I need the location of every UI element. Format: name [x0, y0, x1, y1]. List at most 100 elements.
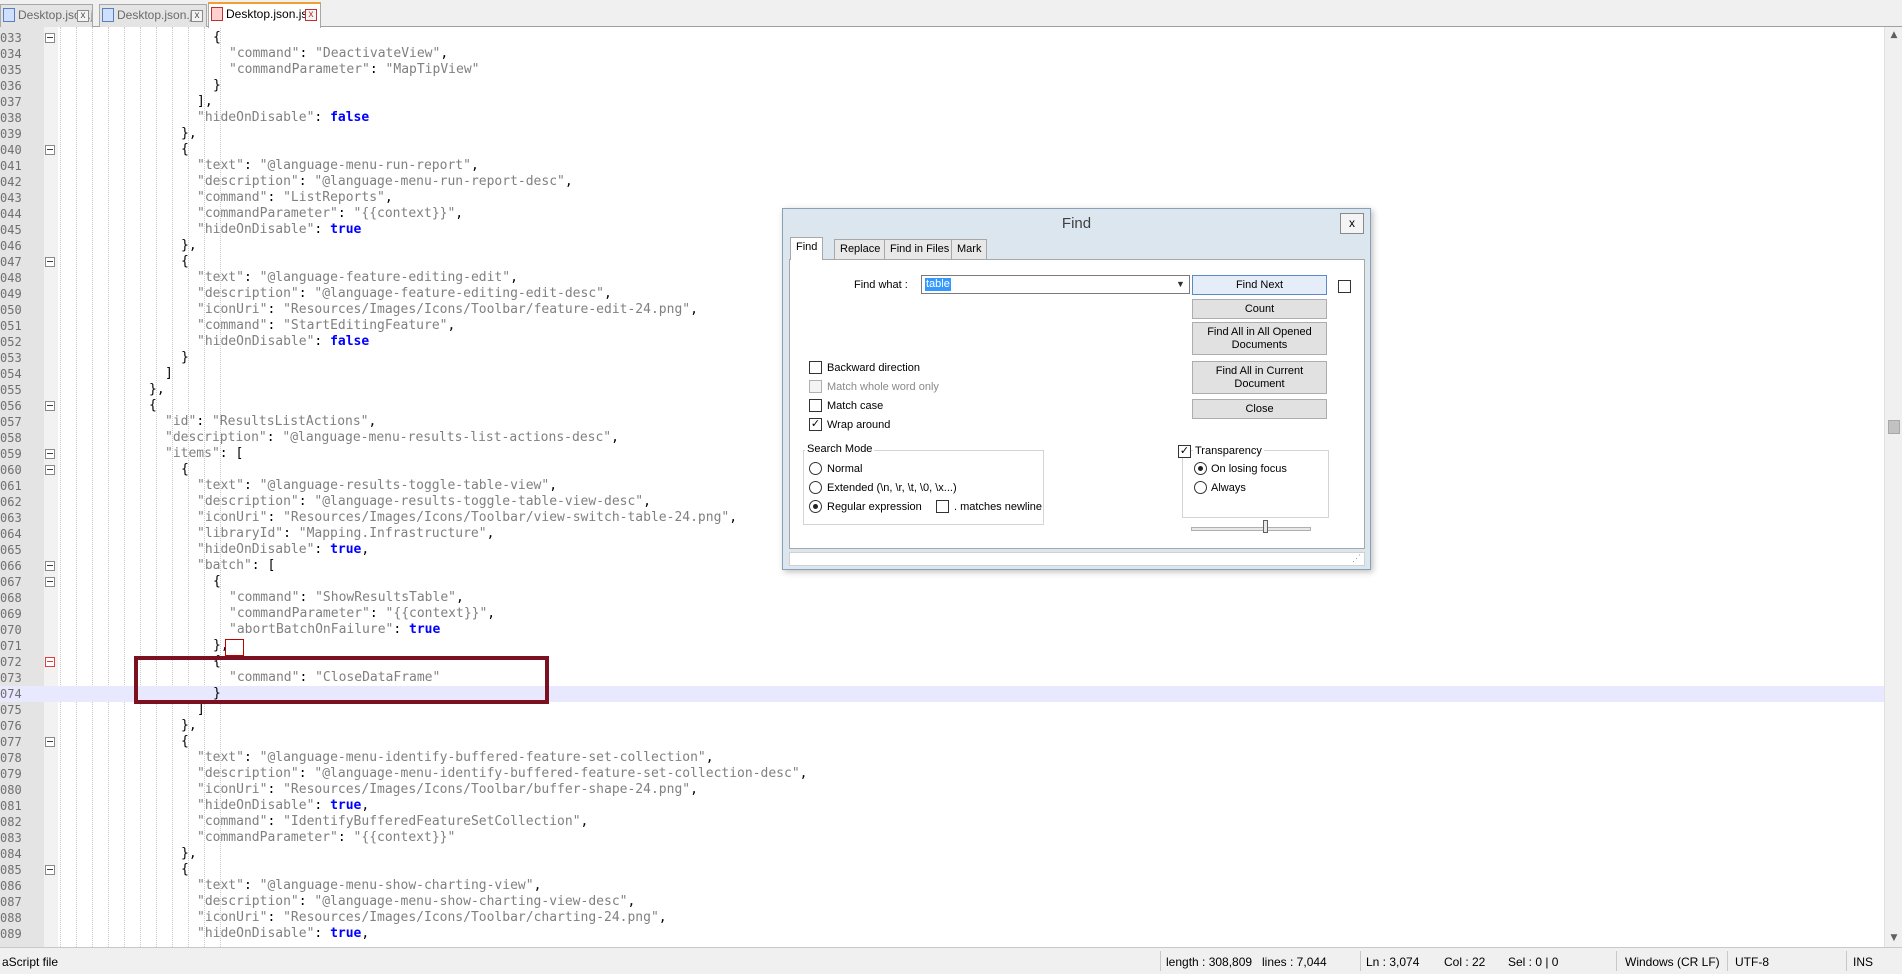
punctuation-token: { — [181, 142, 189, 157]
on-losing-focus-radio[interactable] — [1194, 462, 1207, 475]
punctuation-token: : — [266, 430, 283, 445]
code-line[interactable]: 071}, — [0, 638, 1884, 654]
find-what-combobox[interactable]: table ▼ — [921, 275, 1190, 294]
dialog-close-button[interactable]: x — [1340, 213, 1364, 234]
fold-toggle-icon[interactable] — [45, 449, 55, 459]
fold-toggle-icon[interactable] — [45, 737, 55, 747]
on-losing-focus-label: On losing focus — [1211, 463, 1287, 475]
tab-desktop-json-2[interactable]: Desktop.json.js x — [99, 4, 207, 27]
code-line[interactable]: 036} — [0, 78, 1884, 94]
close-button[interactable]: Close — [1192, 399, 1327, 419]
fold-toggle-icon[interactable] — [45, 465, 55, 475]
code-line[interactable]: 035 "commandParameter": "MapTipView" — [0, 62, 1884, 78]
code-line[interactable]: 077 { — [0, 734, 1884, 750]
code-line[interactable]: 075] — [0, 702, 1884, 718]
fold-toggle-icon[interactable] — [45, 865, 55, 875]
find-next-option-checkbox[interactable] — [1338, 280, 1351, 293]
find-all-current-button[interactable]: Find All in Current Document — [1192, 361, 1327, 394]
backward-direction-checkbox[interactable] — [809, 361, 822, 374]
tab-replace[interactable]: Replace — [834, 239, 887, 259]
chevron-down-icon[interactable]: ▼ — [1172, 276, 1189, 293]
fold-toggle-icon[interactable] — [45, 257, 55, 267]
line-number: 086 — [0, 879, 22, 893]
tab-find[interactable]: Find — [790, 237, 824, 260]
tab-desktop-json-active[interactable]: Desktop.json.js x — [208, 2, 321, 28]
code-line[interactable]: 076}, — [0, 718, 1884, 734]
code-line[interactable]: 033 { — [0, 30, 1884, 46]
punctuation-token: : — [243, 158, 260, 173]
code-line[interactable]: 067 { — [0, 574, 1884, 590]
code-line[interactable]: 043 "command": "ListReports", — [0, 190, 1884, 206]
tab-mark[interactable]: Mark — [951, 239, 988, 259]
resize-grip-icon[interactable]: ⋰ — [1352, 553, 1362, 563]
scroll-down-icon[interactable]: ▼ — [1885, 930, 1902, 947]
fold-toggle-icon[interactable] — [45, 561, 55, 571]
string-token: "Resources/Images/Icons/Toolbar/view-swi… — [283, 510, 730, 525]
code-line[interactable]: 078 "text": "@language-menu-identify-buff… — [0, 750, 1884, 766]
close-tab-icon[interactable]: x — [77, 10, 89, 22]
code-line[interactable]: 085 { — [0, 862, 1884, 878]
match-case-checkbox[interactable] — [809, 399, 822, 412]
code-line[interactable]: 041 "text": "@language-menu-run-report", — [0, 158, 1884, 174]
close-tab-icon[interactable]: x — [305, 9, 317, 21]
code-text: }, — [181, 718, 197, 734]
transparency-slider[interactable] — [1191, 527, 1311, 531]
code-line[interactable]: 040 { — [0, 142, 1884, 158]
normal-mode-radio[interactable] — [809, 462, 822, 475]
code-line[interactable]: 070 "abortBatchOnFailure": true — [0, 622, 1884, 638]
wrap-around-checkbox[interactable]: ✓ — [809, 418, 822, 431]
match-whole-word-label: Match whole word only — [827, 381, 939, 393]
code-text: "text": "@language-results-toggle-table-… — [197, 478, 557, 494]
find-all-opened-button[interactable]: Find All in All Opened Documents — [1192, 322, 1327, 355]
code-line[interactable]: 042 "description": "@language-menu-run-re… — [0, 174, 1884, 190]
find-dialog[interactable]: Find x Find Replace Find in Files Mark F… — [782, 208, 1371, 570]
transparency-slider-thumb[interactable] — [1263, 520, 1268, 533]
line-number: 078 — [0, 751, 22, 765]
code-line[interactable]: 088 "iconUri": "Resources/Images/Icons/To… — [0, 910, 1884, 926]
fold-toggle-icon[interactable] — [45, 33, 55, 43]
vertical-scrollbar[interactable]: ▲ ▼ — [1884, 27, 1902, 947]
code-line[interactable]: 087 "description": "@language-menu-show-c… — [0, 894, 1884, 910]
string-token: "description" — [197, 494, 299, 509]
code-line[interactable]: 082 "command": "IdentifyBufferedFeatureSe… — [0, 814, 1884, 830]
line-number: 033 — [0, 31, 22, 45]
fold-toggle-icon[interactable] — [45, 401, 55, 411]
line-number: 042 — [0, 175, 22, 189]
transparency-checkbox[interactable]: ✓ — [1178, 445, 1191, 458]
match-whole-word-checkbox[interactable] — [809, 380, 822, 393]
string-token: "commandParameter" — [197, 206, 338, 221]
code-line[interactable]: 084}, — [0, 846, 1884, 862]
scroll-thumb[interactable] — [1888, 420, 1900, 434]
code-line[interactable]: 069 "commandParameter": "{{context}}", — [0, 606, 1884, 622]
scroll-up-icon[interactable]: ▲ — [1885, 27, 1902, 44]
fold-toggle-icon[interactable] — [45, 145, 55, 155]
count-button[interactable]: Count — [1192, 299, 1327, 319]
code-line[interactable]: 080 "iconUri": "Resources/Images/Icons/To… — [0, 782, 1884, 798]
code-line[interactable]: 083 "commandParameter": "{{context}}" — [0, 830, 1884, 846]
string-token: "Resources/Images/Icons/Toolbar/feature-… — [283, 302, 691, 317]
code-line[interactable]: 037], — [0, 94, 1884, 110]
always-radio[interactable] — [1194, 481, 1207, 494]
code-line[interactable]: 038 "hideOnDisable": false — [0, 110, 1884, 126]
find-next-button[interactable]: Find Next — [1192, 275, 1327, 295]
regex-mode-radio[interactable] — [809, 500, 822, 513]
string-token: "commandParameter" — [197, 830, 338, 845]
code-line[interactable]: 068 "command": "ShowResultsTable", — [0, 590, 1884, 606]
fold-toggle-icon[interactable] — [45, 657, 55, 667]
code-line[interactable]: 039}, — [0, 126, 1884, 142]
matches-newline-checkbox[interactable] — [936, 500, 949, 513]
find-what-value[interactable]: table — [925, 278, 951, 291]
punctuation-token: : — [267, 910, 284, 925]
tab-find-in-files[interactable]: Find in Files — [884, 239, 956, 259]
code-line[interactable]: 089 "hideOnDisable": true, — [0, 926, 1884, 942]
close-tab-icon[interactable]: x — [191, 10, 203, 22]
tab-desktop-json-1[interactable]: Desktop.json.js x — [0, 4, 93, 27]
fold-toggle-icon[interactable] — [45, 577, 55, 587]
code-line[interactable]: 086 "text": "@language-menu-show-charting… — [0, 878, 1884, 894]
extended-mode-radio[interactable] — [809, 481, 822, 494]
code-line[interactable]: 079 "description": "@language-menu-identi… — [0, 766, 1884, 782]
code-text: "text": "@language-menu-identify-buffere… — [197, 750, 714, 766]
code-line[interactable]: 034 "command": "DeactivateView", — [0, 46, 1884, 62]
code-line[interactable]: 081 "hideOnDisable": true, — [0, 798, 1884, 814]
punctuation-token: : — [298, 286, 315, 301]
